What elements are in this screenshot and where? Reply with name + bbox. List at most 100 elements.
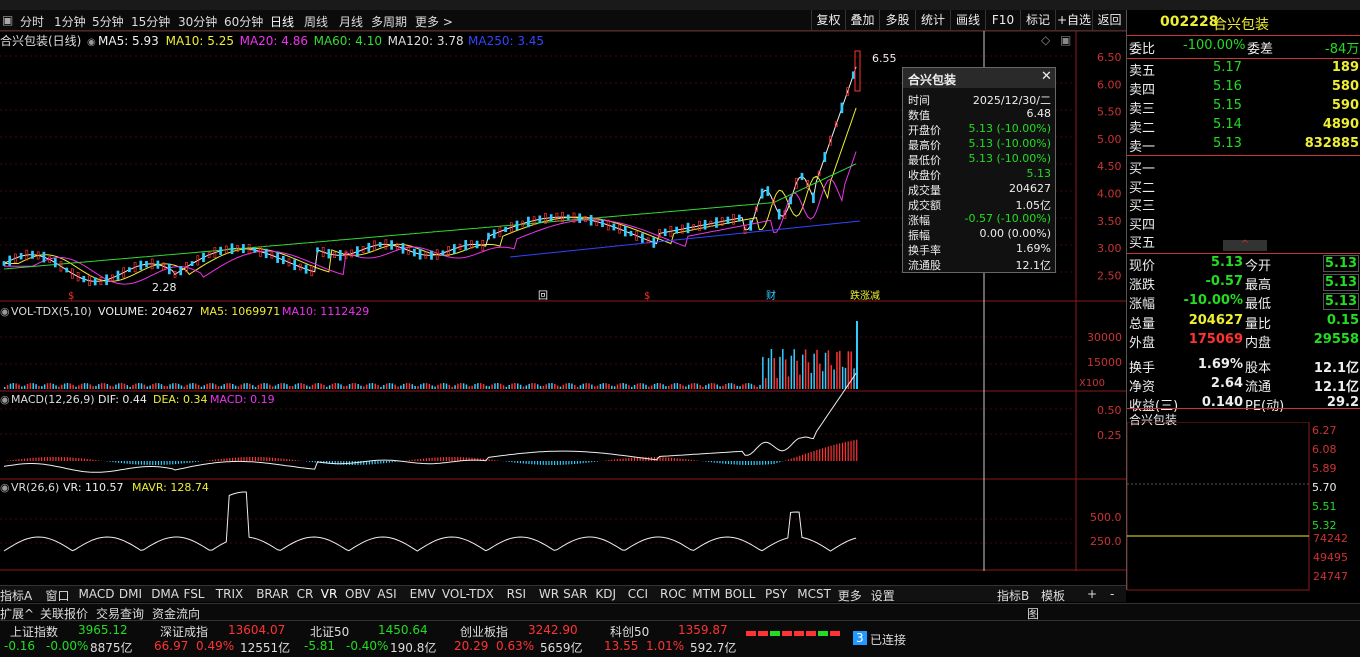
toolbar-btn-3[interactable]: 统计 xyxy=(915,10,950,31)
toolbar-btn-7[interactable]: +自选 xyxy=(1055,10,1092,31)
volume-bar xyxy=(340,384,342,389)
volume-bar xyxy=(243,383,245,389)
indicator-tab-11[interactable]: ASI xyxy=(377,587,396,601)
indicator-tab-16[interactable]: SAR xyxy=(563,587,587,601)
settings-icon: ◉ xyxy=(87,37,96,48)
indicator-tab-3[interactable]: DMI xyxy=(119,587,142,601)
volume-bar xyxy=(422,383,425,389)
settings-icon: ◉ xyxy=(0,305,10,318)
macd-bar xyxy=(767,461,769,465)
volume-bar xyxy=(682,385,684,389)
indicator-tab-8[interactable]: CR xyxy=(297,587,314,601)
macd-bar xyxy=(776,461,778,464)
indicator-tab-17[interactable]: KDJ xyxy=(595,587,616,601)
volume-bar xyxy=(411,384,414,389)
toolbar-btn-5[interactable]: F10 xyxy=(985,10,1020,31)
volume-bar xyxy=(346,385,348,389)
period-9[interactable]: 多周期 xyxy=(371,13,407,30)
index-name-0[interactable]: 上证指数 xyxy=(10,623,58,640)
menu-icon[interactable]: ▣ xyxy=(2,13,13,27)
indicator-tab-6[interactable]: TRIX xyxy=(216,587,243,601)
index-change-4: 13.55 xyxy=(604,639,639,653)
volume-bar xyxy=(152,383,154,389)
sell-label: 卖五 xyxy=(1129,64,1156,79)
toolbar-btn-4[interactable]: 画线 xyxy=(950,10,985,31)
period-1[interactable]: 1分钟 xyxy=(54,13,86,30)
period-8[interactable]: 月线 xyxy=(339,13,363,30)
period-4[interactable]: 30分钟 xyxy=(178,13,217,30)
toolbar-btn-8[interactable]: 返回 xyxy=(1092,10,1126,31)
period-7[interactable]: 周线 xyxy=(304,13,328,30)
indicator-tab-15[interactable]: WR xyxy=(539,587,559,601)
stat-value: 175069 xyxy=(1188,331,1243,347)
macd-bar xyxy=(579,461,581,464)
macd-bar xyxy=(194,461,197,463)
toolbar-btn-2[interactable]: 多股 xyxy=(879,10,915,31)
toolbar-btn-6[interactable]: 标记 xyxy=(1020,10,1055,31)
volume-bar xyxy=(323,384,325,389)
candle xyxy=(82,275,86,283)
indicator-tab-9[interactable]: VR xyxy=(321,587,338,601)
indicator-tab-12[interactable]: EMV xyxy=(410,587,436,601)
indicator-tab-18[interactable]: CCI xyxy=(628,587,648,601)
connection-status: 已连接 xyxy=(870,633,907,647)
indicator-tab-14[interactable]: RSI xyxy=(507,587,527,601)
volume-bar xyxy=(804,349,807,389)
candle xyxy=(116,270,120,280)
connection-count[interactable]: 3 xyxy=(853,631,867,645)
tooltip-label-3: 最高价 xyxy=(908,139,941,152)
volume-bar xyxy=(146,386,148,389)
period-2[interactable]: 5分钟 xyxy=(92,13,124,30)
candle xyxy=(219,246,222,255)
template-btn-0[interactable]: 指标B xyxy=(997,587,1029,604)
index-name-3[interactable]: 创业板指 xyxy=(460,623,508,640)
indicator-tab-22[interactable]: PSY xyxy=(765,587,787,601)
macd-bar xyxy=(779,461,781,463)
macd-bar xyxy=(673,458,675,461)
indicator-tab-23[interactable]: MCST xyxy=(797,587,831,601)
stat-value: 204627 xyxy=(1188,312,1243,328)
indicator-tab-20[interactable]: MTM xyxy=(692,587,720,601)
index-name-2[interactable]: 北证50 xyxy=(310,623,349,640)
indicator-tab-10[interactable]: OBV xyxy=(345,587,371,601)
volume-bar xyxy=(172,383,174,389)
macd-bar xyxy=(733,461,735,465)
toolbar-btn-0[interactable]: 复权 xyxy=(811,10,845,31)
indicator-tab-5[interactable]: FSL xyxy=(184,587,205,601)
indicator-tab-2[interactable]: MACD xyxy=(79,587,115,601)
volume-bar xyxy=(762,356,764,389)
period-10[interactable]: 更多 > xyxy=(415,13,453,30)
indicator-tab-21[interactable]: BOLL xyxy=(725,587,756,601)
volume-bar xyxy=(648,386,650,389)
period-6[interactable]: 日线 xyxy=(270,13,294,30)
period-0[interactable]: 分时 xyxy=(20,13,44,30)
period-5[interactable]: 60分钟 xyxy=(224,13,263,30)
indicator-tab-7[interactable]: BRAR xyxy=(256,587,289,601)
low-label: 2.28 xyxy=(152,281,177,294)
template-btn-1[interactable]: 模板 xyxy=(1041,587,1065,604)
volume-bar xyxy=(796,360,798,389)
toolbar-btn-1[interactable]: 叠加 xyxy=(845,10,879,31)
macd-bar xyxy=(804,453,807,461)
indicator-tab-19[interactable]: ROC xyxy=(660,587,686,601)
expand-arrow-icon[interactable]: ^ xyxy=(1223,240,1267,251)
market-breadth-icon xyxy=(746,631,842,643)
indicator-tab-4[interactable]: DMA xyxy=(151,587,179,601)
index-name-1[interactable]: 深证成指 xyxy=(160,623,208,640)
volume-bar xyxy=(143,384,146,389)
template-btn-2[interactable]: + xyxy=(1087,587,1097,601)
template-btn-3[interactable]: - xyxy=(1110,587,1114,601)
macd-bar xyxy=(716,461,718,463)
volume-bar xyxy=(175,383,177,389)
close-icon[interactable]: ✕ xyxy=(1041,69,1052,84)
index-name-4[interactable]: 科创50 xyxy=(610,623,649,640)
indicator-tab-0[interactable]: 指标A xyxy=(0,587,32,604)
period-3[interactable]: 15分钟 xyxy=(131,13,170,30)
volume-bar xyxy=(277,383,280,389)
indicator-tab-25[interactable]: 设置 xyxy=(871,587,895,604)
indicator-tab-1[interactable]: 窗口 xyxy=(46,587,70,604)
macd-bar xyxy=(189,461,191,463)
volume-bar xyxy=(582,383,585,389)
indicator-tab-24[interactable]: 更多 xyxy=(838,587,862,604)
indicator-tab-13[interactable]: VOL-TDX xyxy=(442,587,494,601)
